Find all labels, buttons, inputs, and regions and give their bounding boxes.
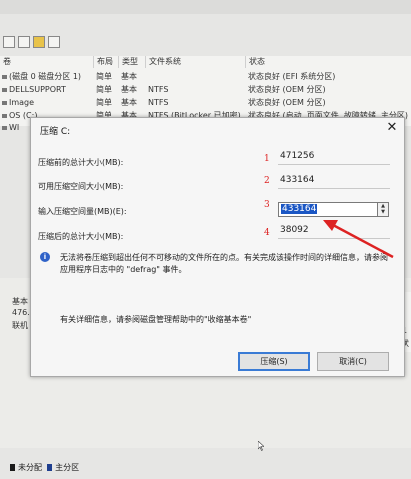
legend-unallocated-label: 未分配 — [18, 463, 42, 472]
total-size-before-value: 471256 — [280, 151, 315, 161]
column-header-status[interactable]: 状态 — [246, 56, 411, 68]
shrink-button[interactable]: 压缩(S) — [238, 352, 310, 371]
total-size-after-value: 38092 — [280, 225, 309, 235]
drive-icon — [2, 87, 7, 92]
disk-status-label: 联机 — [12, 321, 28, 330]
folder-icon[interactable] — [33, 36, 45, 48]
spin-down-icon[interactable]: ▼ — [378, 209, 388, 215]
column-header-filesystem[interactable]: 文件系统 — [146, 56, 246, 68]
column-header-layout[interactable]: 布局 — [94, 56, 119, 68]
shrink-amount-input[interactable]: 433164 — [278, 202, 378, 217]
legend-primary-swatch — [47, 464, 53, 471]
column-header-volume[interactable]: 卷 — [0, 56, 94, 68]
table-row[interactable]: (磁盘 0 磁盘分区 1) 简单 基本 状态良好 (EFI 系统分区) — [0, 71, 411, 83]
available-shrink-box: 433164 — [278, 174, 390, 189]
drive-icon — [2, 125, 7, 130]
volume-type: 基本 — [121, 85, 137, 94]
table-row[interactable]: Image 简单 基本 NTFS 状态良好 (OEM 分区) — [0, 97, 411, 109]
shrink-amount-label: 输入压缩空间量(MB)(E): — [38, 207, 127, 216]
volume-name: DELLSUPPORT — [9, 85, 66, 94]
toolbar — [0, 34, 411, 50]
total-size-before-label: 压缩前的总计大小(MB): — [38, 158, 124, 167]
volume-layout: 简单 — [96, 98, 112, 107]
check-icon[interactable] — [18, 36, 30, 48]
available-shrink-value: 433164 — [280, 175, 315, 185]
volume-name: (磁盘 0 磁盘分区 1) — [9, 72, 82, 81]
volume-name: Image — [9, 98, 35, 107]
info-message: 无法将卷压缩到超出任何不可移动的文件所在的点。有关完成该操作时间的详细信息，请参… — [60, 253, 388, 274]
disk-size-label: 476. — [12, 308, 30, 317]
volume-name: WI — [9, 123, 20, 132]
volume-fs: NTFS — [148, 98, 169, 107]
total-size-before-box: 471256 — [278, 150, 390, 165]
drive-icon — [2, 100, 7, 105]
drive-icon — [2, 74, 7, 79]
volume-table: 卷 布局 类型 文件系统 状态 (磁盘 0 磁盘分区 1) 简单 基本 状态良好… — [0, 56, 411, 132]
volume-layout: 简单 — [96, 85, 112, 94]
annotation-marker-3: 3 — [264, 200, 270, 210]
available-shrink-label: 可用压缩空间大小(MB): — [38, 182, 124, 191]
drive-icon — [2, 113, 7, 118]
annotation-marker-2: 2 — [264, 176, 270, 186]
annotation-marker-4: 4 — [264, 228, 270, 238]
info-icon: i — [40, 252, 50, 262]
volume-layout: 简单 — [96, 72, 112, 81]
legend-unallocated-swatch — [10, 464, 15, 471]
shrink-amount-selected-text: 433164 — [281, 204, 318, 214]
dialog-title: 压缩 C: — [40, 127, 71, 137]
column-header-type[interactable]: 类型 — [119, 56, 146, 68]
total-size-after-label: 压缩后的总计大小(MB): — [38, 232, 124, 241]
cancel-button[interactable]: 取消(C) — [317, 352, 389, 371]
table-row[interactable]: DELLSUPPORT 简单 基本 NTFS 状态良好 (OEM 分区) — [0, 84, 411, 96]
help-message: 有关详细信息，请参阅磁盘管理帮助中的"收缩基本卷" — [60, 315, 252, 324]
volume-type: 基本 — [121, 72, 137, 81]
volume-status: 状态良好 (OEM 分区) — [248, 98, 326, 107]
shrink-dialog: 压缩 C: ✕ 压缩前的总计大小(MB): 1 471256 可用压缩空间大小(… — [30, 117, 405, 377]
view-icon[interactable] — [48, 36, 60, 48]
volume-fs: NTFS — [148, 85, 169, 94]
total-size-after-box: 38092 — [278, 224, 390, 239]
annotation-marker-1: 1 — [264, 154, 270, 164]
shrink-amount-spinner[interactable]: ▲ ▼ — [377, 202, 389, 217]
volume-status: 状态良好 (OEM 分区) — [248, 85, 326, 94]
document-icon[interactable] — [3, 36, 15, 48]
legend-primary-label: 主分区 — [55, 463, 80, 472]
window-top-strip — [0, 0, 411, 14]
legend: 未分配 主分区 — [10, 462, 79, 473]
mouse-cursor-icon — [258, 441, 264, 451]
volume-type: 基本 — [121, 98, 137, 107]
volume-status: 状态良好 (EFI 系统分区) — [248, 72, 336, 81]
disk-type-label: 基本 — [12, 297, 28, 306]
close-icon[interactable]: ✕ — [385, 120, 399, 136]
